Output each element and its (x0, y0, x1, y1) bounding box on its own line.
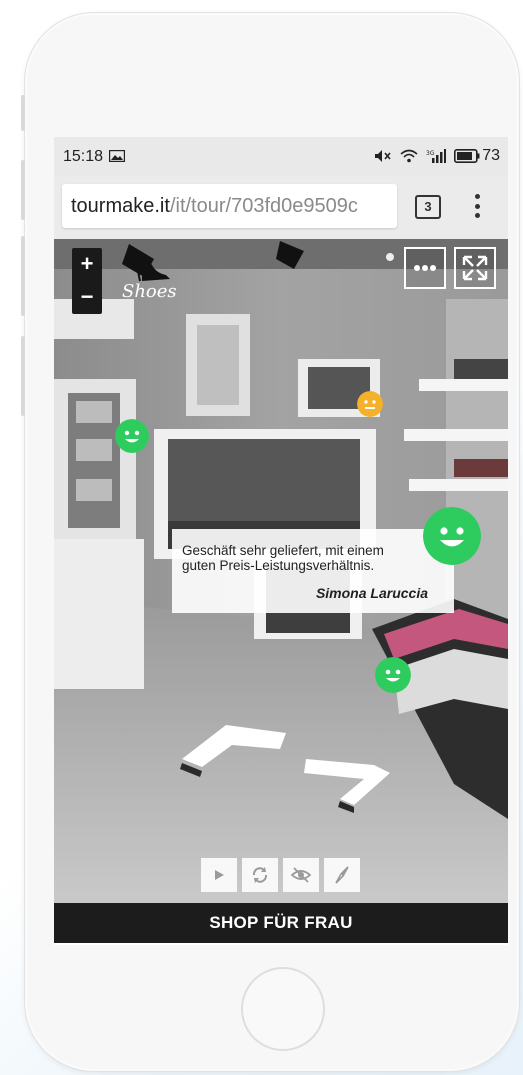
mute-icon (375, 150, 391, 162)
browser-toolbar: tourmake.it/it/tour/703fd0e9509c 3 (54, 175, 508, 239)
compass-icon (335, 866, 349, 884)
battery-icon (454, 149, 480, 163)
phone-side-button (21, 336, 25, 416)
autorotate-button[interactable] (242, 858, 278, 892)
rotate-icon (252, 867, 268, 883)
status-bar: 15:18 3G 73 (54, 137, 508, 175)
status-time: 15:18 (63, 148, 104, 165)
play-button[interactable] (201, 858, 237, 892)
hide-icon (291, 867, 311, 883)
tour-title-bar: SHOP FÜR FRAU (54, 903, 508, 943)
shoes-logo: Shoes (122, 257, 177, 301)
battery-level: 73 (482, 147, 500, 164)
more-options-button[interactable] (404, 247, 446, 289)
play-icon (215, 870, 224, 880)
fullscreen-button[interactable] (454, 247, 496, 289)
tab-switcher-button[interactable]: 3 (415, 195, 441, 219)
image-notification-icon (109, 150, 125, 162)
hide-markers-button[interactable] (283, 858, 319, 892)
signal-icon: 3G (426, 149, 447, 163)
review-text: Geschäft sehr geliefert, mit einem guten… (182, 543, 384, 573)
happy-review-marker-icon[interactable] (375, 657, 411, 693)
active-happy-review-marker-icon[interactable] (423, 507, 481, 565)
svg-text:3G: 3G (426, 150, 435, 157)
compass-button[interactable] (324, 858, 360, 892)
more-dots-icon (414, 265, 436, 271)
happy-review-marker-icon[interactable] (115, 419, 149, 453)
status-icons: 3G 73 (374, 147, 500, 165)
url-host: tourmake.it (71, 195, 170, 217)
tour-controls (201, 858, 360, 892)
phone-mute-switch (21, 95, 25, 131)
phone-home-button[interactable] (241, 967, 325, 1051)
logo-text: Shoes (122, 281, 177, 301)
url-path: /it/tour/703fd0e9509c (169, 195, 358, 217)
zoom-out-button[interactable]: − (72, 281, 102, 314)
neutral-review-marker-icon[interactable] (357, 391, 383, 417)
phone-volume-down-button (21, 236, 25, 316)
wifi-icon (400, 149, 418, 163)
review-popup: Geschäft sehr geliefert, mit einem guten… (172, 529, 454, 613)
virtual-tour-viewer[interactable]: + − Shoes Geschäft sehr geliefert, mit e… (54, 239, 508, 903)
fullscreen-icon (462, 255, 488, 281)
phone-volume-up-button (21, 160, 25, 220)
battery: 73 (454, 147, 500, 165)
address-bar[interactable]: tourmake.it/it/tour/703fd0e9509c (62, 184, 397, 228)
zoom-control: + − (72, 248, 102, 314)
review-author: Simona Laruccia (315, 585, 428, 601)
zoom-in-button[interactable]: + (72, 248, 102, 281)
browser-menu-icon[interactable] (472, 192, 482, 220)
phone-screen: 15:18 3G 73 tourmake.it/it/tour/703fd0e9… (54, 137, 508, 945)
